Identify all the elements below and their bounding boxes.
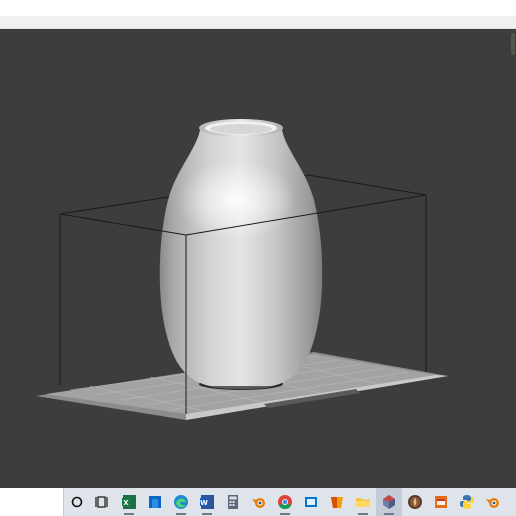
blender-2-icon[interactable]: [480, 488, 506, 516]
vase-model[interactable]: [159, 119, 323, 390]
taskbar-search-box[interactable]: [0, 488, 64, 516]
task-view-icon[interactable]: [90, 488, 116, 516]
taskbar: X W: [0, 488, 516, 516]
window-top-strip: [0, 0, 516, 16]
cortana-icon[interactable]: [64, 488, 90, 516]
compass-app-icon[interactable]: [402, 488, 428, 516]
calculator-icon[interactable]: [220, 488, 246, 516]
file-explorer-blue-icon[interactable]: [142, 488, 168, 516]
edge-icon[interactable]: [168, 488, 194, 516]
word-icon[interactable]: W: [194, 488, 220, 516]
excel-icon[interactable]: X: [116, 488, 142, 516]
3d-slicer-icon[interactable]: [376, 488, 402, 516]
svg-text:X: X: [123, 499, 129, 507]
viewport-scene: [36, 119, 448, 420]
toolbar-strip: [0, 16, 516, 29]
scrollbar-thumb[interactable]: [511, 33, 515, 55]
python-icon[interactable]: [454, 488, 480, 516]
shield-app-icon[interactable]: [324, 488, 350, 516]
svg-text:W: W: [200, 499, 208, 507]
toolbox-app-icon[interactable]: [428, 488, 454, 516]
window-app-icon[interactable]: [298, 488, 324, 516]
blender-icon[interactable]: [246, 488, 272, 516]
right-edge: [510, 29, 516, 488]
folder-icon[interactable]: [350, 488, 376, 516]
chrome-icon[interactable]: [272, 488, 298, 516]
3d-viewport[interactable]: [0, 29, 510, 488]
